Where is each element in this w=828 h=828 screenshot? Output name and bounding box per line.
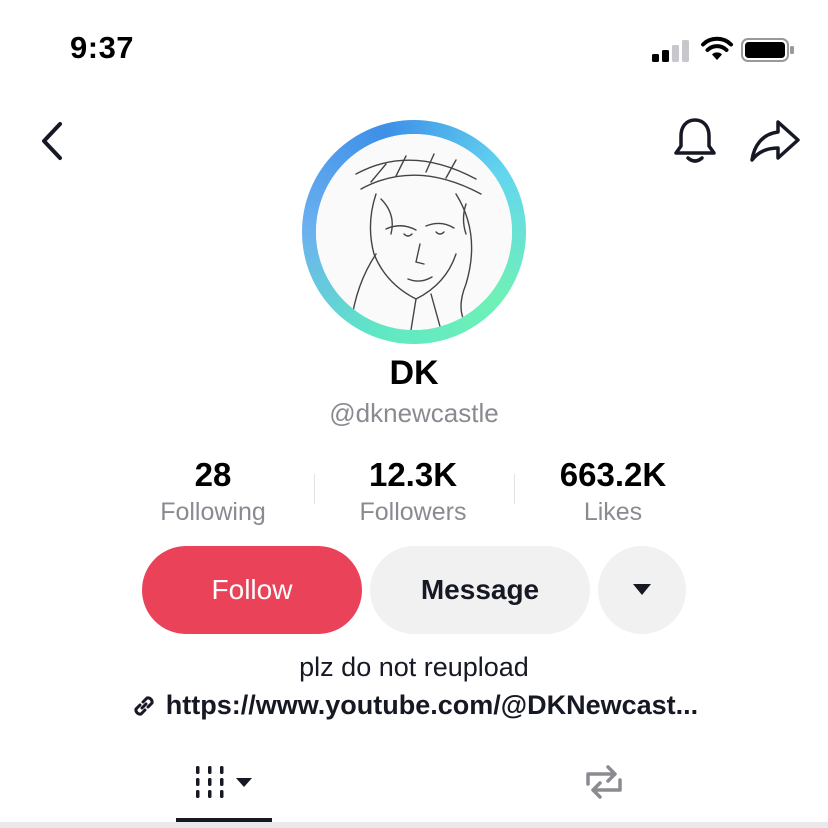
bell-icon[interactable] bbox=[672, 116, 718, 166]
stat-followers[interactable]: 12.3K Followers bbox=[313, 456, 513, 527]
stat-likes-value: 663.2K bbox=[559, 456, 667, 493]
stat-followers-label: Followers bbox=[359, 498, 467, 526]
dropdown-icon bbox=[633, 584, 651, 595]
grid-icon[interactable] bbox=[192, 762, 256, 802]
stat-following-value: 28 bbox=[194, 456, 232, 493]
stat-following-label: Following bbox=[160, 498, 266, 526]
status-time: 9:37 bbox=[70, 30, 135, 65]
message-button[interactable]: Message bbox=[370, 546, 590, 634]
more-options-button[interactable] bbox=[598, 546, 686, 634]
cellular-signal-icon bbox=[652, 40, 689, 62]
follow-button[interactable]: Follow bbox=[142, 546, 362, 634]
link-icon bbox=[134, 695, 154, 716]
stat-likes-label: Likes bbox=[583, 498, 643, 526]
display-name: DK bbox=[389, 354, 439, 392]
bio-text: plz do not reupload bbox=[299, 652, 529, 682]
repost-icon[interactable] bbox=[580, 762, 628, 802]
username: @dknewcastle bbox=[329, 398, 499, 428]
avatar-sketch-image bbox=[316, 134, 512, 330]
avatar[interactable] bbox=[316, 134, 512, 330]
profile-link-text: https://www.youtube.com/@DKNewcast... bbox=[165, 690, 699, 720]
profile-link[interactable]: https://www.youtube.com/@DKNewcast... bbox=[0, 690, 828, 721]
wifi-icon bbox=[701, 36, 733, 60]
content-preview-strip bbox=[0, 822, 828, 828]
battery-icon bbox=[741, 38, 794, 62]
back-icon[interactable] bbox=[36, 120, 70, 162]
stat-following[interactable]: 28 Following bbox=[113, 456, 313, 527]
stat-followers-value: 12.3K bbox=[368, 456, 458, 493]
stat-likes[interactable]: 663.2K Likes bbox=[513, 456, 713, 527]
share-icon[interactable] bbox=[748, 118, 802, 164]
